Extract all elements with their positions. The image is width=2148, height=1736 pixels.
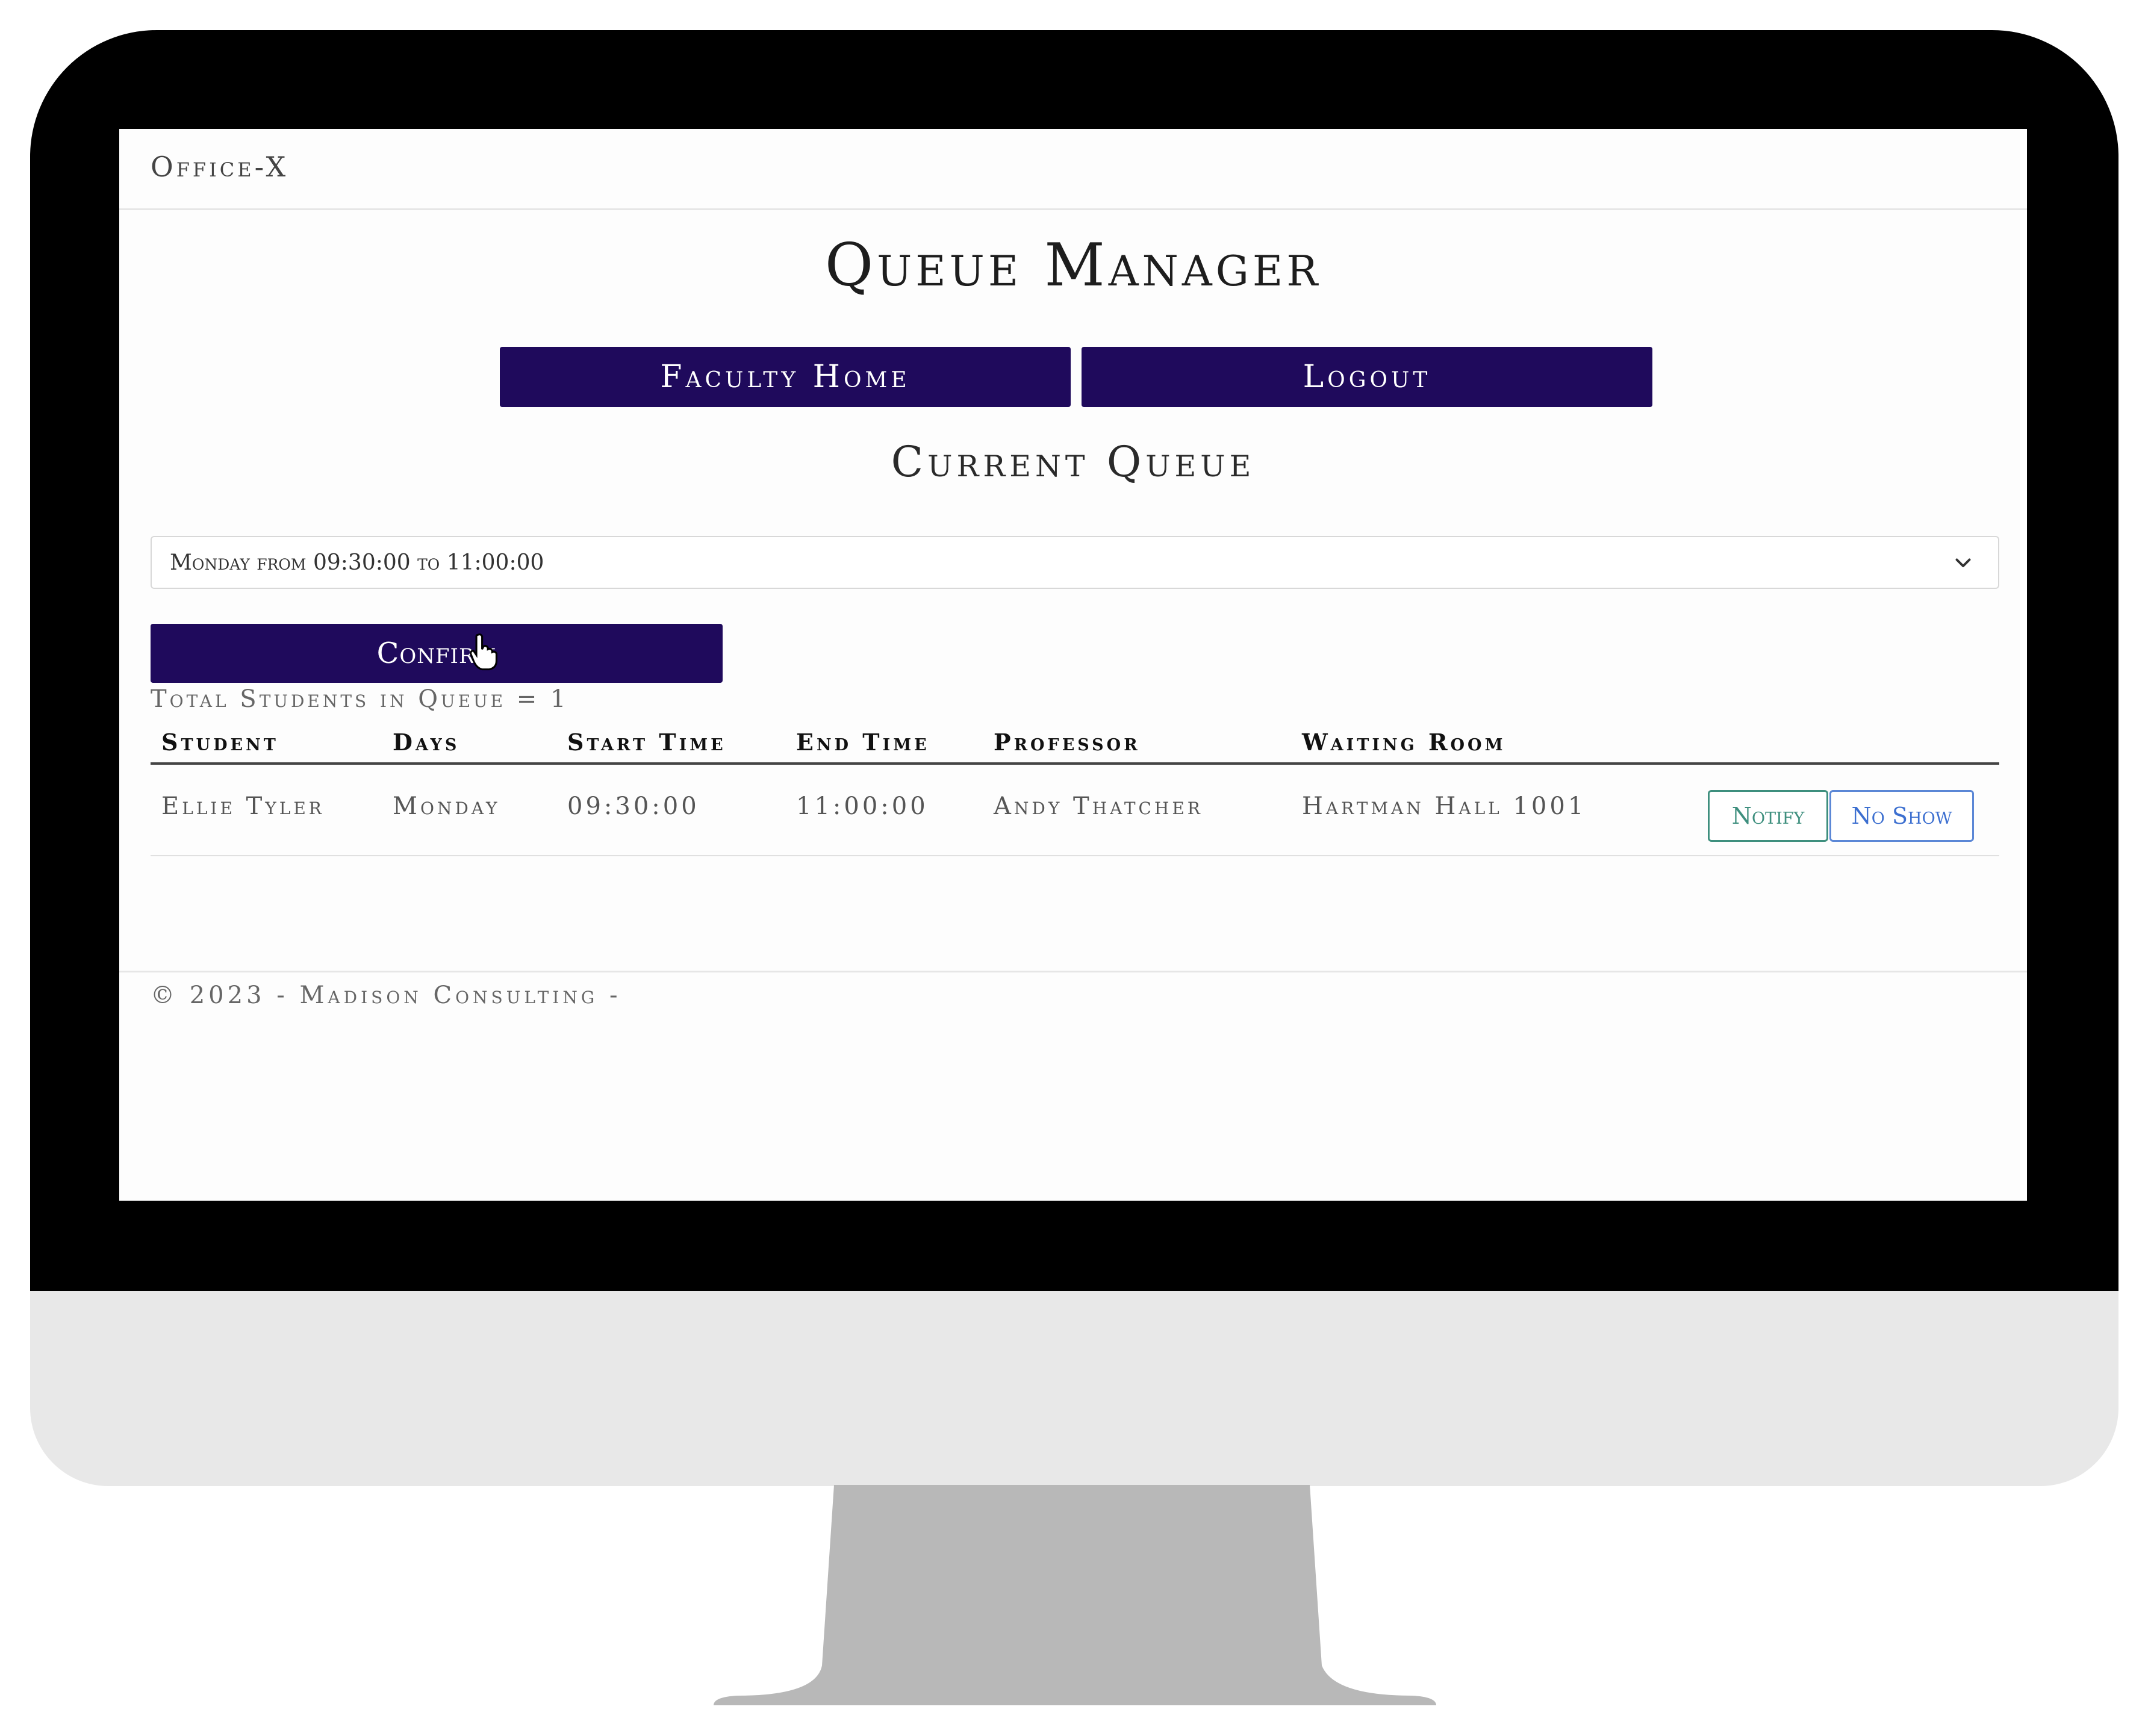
- cell-end-time: 11:00:00: [796, 792, 929, 820]
- logout-button[interactable]: Logout: [1082, 347, 1652, 407]
- brand-logo[interactable]: Office-X: [151, 151, 288, 183]
- column-header-student: Student: [161, 729, 279, 756]
- monitor-stand: [714, 1485, 1436, 1705]
- hand-pointer-icon: [469, 633, 498, 671]
- cell-professor: Andy Thatcher: [994, 792, 1203, 820]
- cell-waiting-room: Hartman Hall 1001: [1302, 792, 1587, 820]
- column-header-days: Days: [393, 729, 460, 756]
- schedule-select[interactable]: Monday from 09:30:00 to 11:00:00: [151, 536, 1999, 589]
- column-header-professor: Professor: [994, 729, 1141, 756]
- column-header-start-time: Start Time: [567, 729, 726, 756]
- confirm-button[interactable]: Confirm: [151, 624, 723, 683]
- notify-button[interactable]: Notify: [1708, 790, 1828, 842]
- page-title: Queue Manager: [824, 231, 1322, 300]
- chevron-down-icon: [1955, 558, 1971, 567]
- cell-days: Monday: [393, 792, 500, 820]
- no-show-button[interactable]: No Show: [1829, 790, 1974, 842]
- cell-start-time: 09:30:00: [567, 792, 700, 820]
- top-navbar: Office-X: [119, 129, 2027, 210]
- column-header-waiting-room: Waiting Room: [1302, 729, 1506, 756]
- queue-count: Total Students in Queue = 1: [151, 685, 569, 713]
- table-row: Ellie Tyler Monday 09:30:00 11:00:00 And…: [151, 777, 1999, 856]
- cell-student: Ellie Tyler: [161, 792, 325, 820]
- footer-copyright: © 2023 - Madison Consulting -: [151, 982, 621, 1009]
- column-header-end-time: End Time: [796, 729, 930, 756]
- queue-table-header: Student Days Start Time End Time Profess…: [151, 724, 1999, 765]
- app-screen: Office-X Queue Manager Faculty Home Logo…: [119, 129, 2027, 1201]
- schedule-select-value: Monday from 09:30:00 to 11:00:00: [170, 550, 544, 575]
- footer-divider: [119, 971, 2027, 972]
- monitor-chin: [30, 1291, 2118, 1486]
- section-title: Current Queue: [891, 437, 1256, 487]
- faculty-home-button[interactable]: Faculty Home: [500, 347, 1071, 407]
